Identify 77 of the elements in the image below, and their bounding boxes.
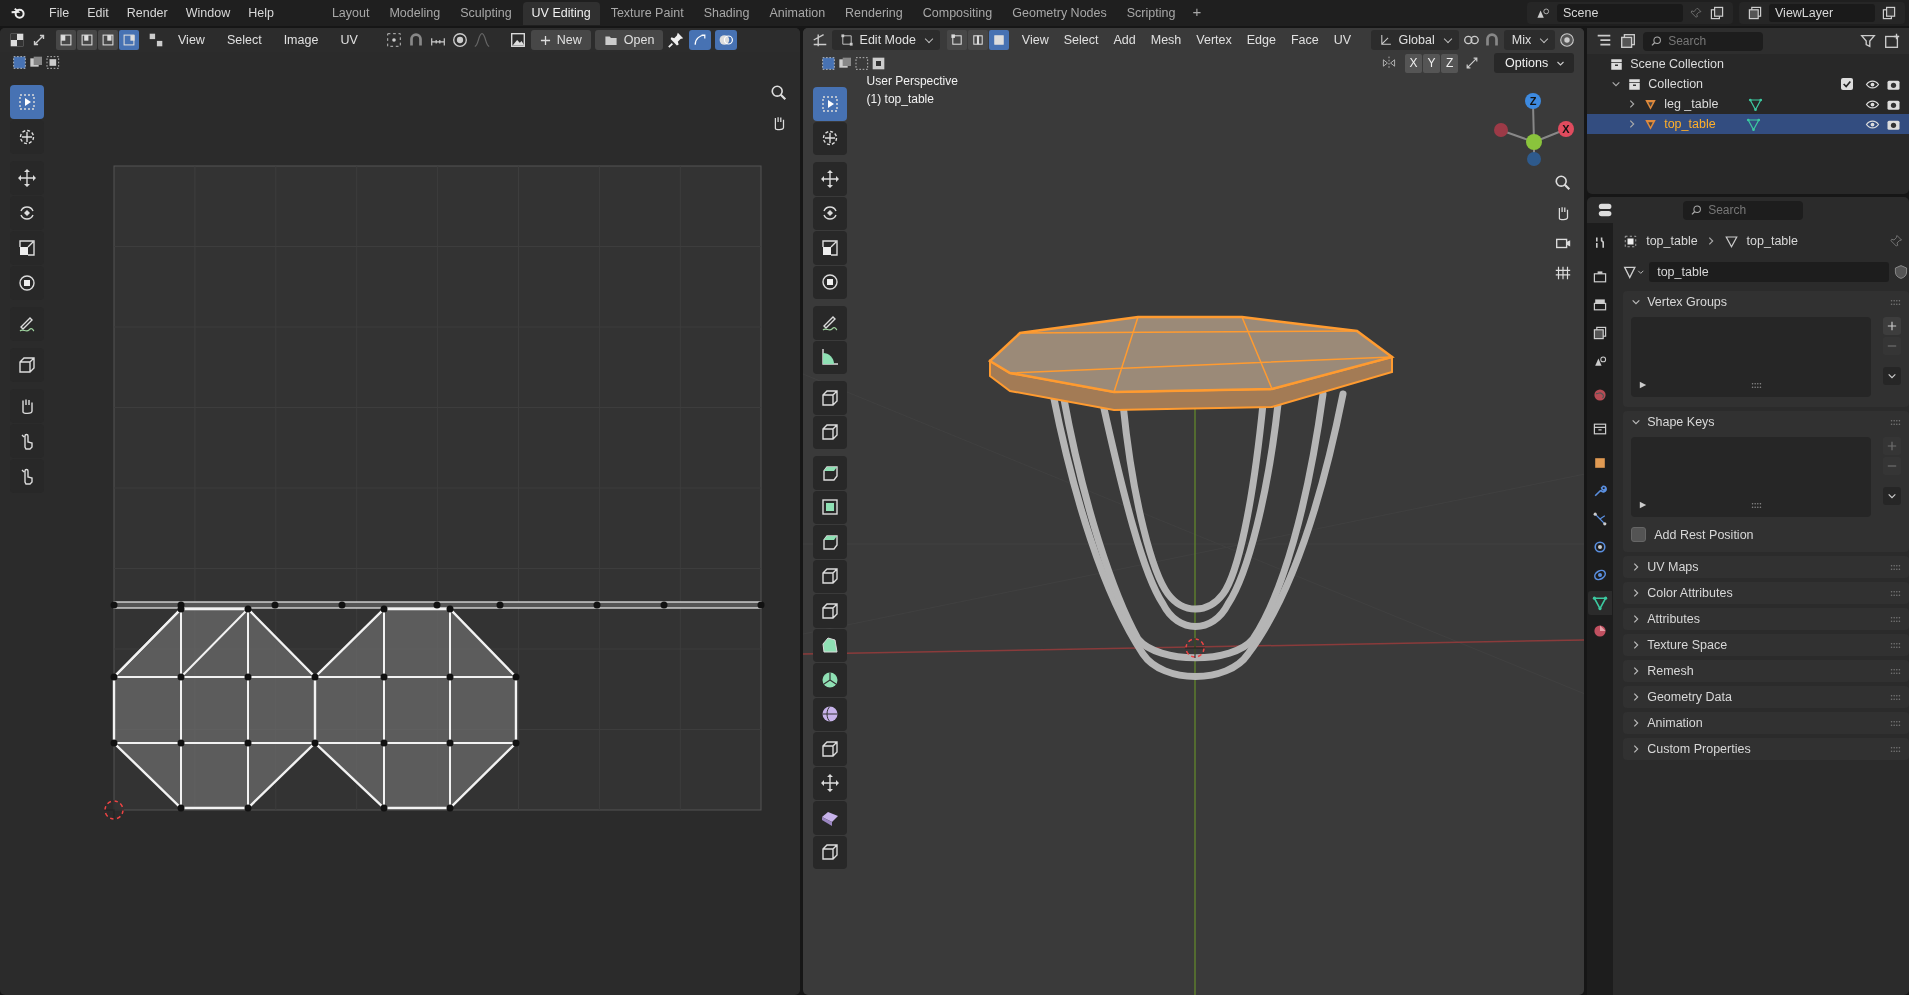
menu-item[interactable]: Help: [239, 3, 283, 23]
panel-header[interactable]: Animation: [1623, 712, 1909, 734]
menu-item[interactable]: UV: [1327, 31, 1358, 49]
object-label: leg _table: [1664, 97, 1719, 111]
workspace-tab[interactable]: Shading: [694, 1, 759, 25]
panel-header[interactable]: Color Attributes: [1623, 582, 1909, 604]
panel-header[interactable]: Remesh: [1623, 660, 1909, 682]
panel-header[interactable]: Geometry Data: [1623, 686, 1909, 708]
breadcrumb-item: top_table: [1646, 234, 1698, 248]
menu-item[interactable]: Add: [1107, 31, 1142, 49]
menu-item[interactable]: Image: [274, 31, 328, 49]
breadcrumb-item: top_table: [1746, 234, 1799, 248]
panel-header[interactable]: Attributes: [1623, 608, 1909, 630]
workspace-tab[interactable]: Sculpting: [451, 1, 521, 25]
add-workspace-button[interactable]: +: [1186, 1, 1208, 25]
mirror-axis-toggle[interactable]: Z: [1441, 53, 1459, 73]
panel-header[interactable]: Texture Space: [1623, 634, 1909, 656]
menu-item[interactable]: Edge: [1240, 31, 1282, 49]
workspace-tab[interactable]: Scripting: [1117, 1, 1185, 25]
menu-item[interactable]: UV: [331, 31, 367, 49]
workspace-tab[interactable]: Texture Paint: [601, 1, 693, 25]
view-layer-selector[interactable]: ViewLayer: [1739, 2, 1905, 24]
outliner-row[interactable]: leg _table: [1587, 94, 1909, 114]
mesh-name-field[interactable]: top_table: [1649, 262, 1889, 282]
proportional-dropdown[interactable]: Mix: [1503, 30, 1556, 50]
menu-item[interactable]: Select: [1057, 31, 1105, 49]
workspace-tab[interactable]: Animation: [760, 1, 835, 25]
panel-header[interactable]: Vertex Groups: [1623, 291, 1909, 313]
options-dropdown[interactable]: Options: [1494, 53, 1575, 73]
panel-title: Vertex Groups: [1647, 295, 1728, 309]
mirror-axis-toggle[interactable]: Y: [1423, 53, 1441, 73]
menu-item[interactable]: Mesh: [1144, 31, 1188, 49]
menu-item[interactable]: File: [40, 3, 79, 23]
panel-header[interactable]: UV Maps: [1623, 556, 1909, 578]
active-object-label: (1) top_table: [866, 92, 935, 106]
menu-item[interactable]: Edit: [78, 3, 118, 23]
checkbox-label: Add Rest Position: [1654, 527, 1754, 542]
scene-name: Scene: [1557, 4, 1683, 22]
orientation-dropdown[interactable]: Global: [1370, 30, 1459, 50]
panel-title: Shape Keys: [1647, 415, 1715, 429]
mode-dropdown[interactable]: Edit Mode: [831, 30, 940, 50]
outliner-row[interactable]: top_table: [1587, 114, 1909, 134]
workspace-tab[interactable]: Geometry Nodes: [1003, 1, 1116, 25]
workspace-tab[interactable]: Rendering: [836, 1, 912, 25]
workspace-tab[interactable]: Layout: [322, 1, 379, 25]
scene-selector[interactable]: Scene: [1527, 2, 1733, 24]
object-label: top_table: [1664, 117, 1716, 131]
panel-title: Custom Properties: [1647, 742, 1751, 756]
menu-item[interactable]: Select: [217, 31, 271, 49]
panel-title: Remesh: [1647, 664, 1694, 678]
panel-header[interactable]: Shape Keys: [1623, 411, 1909, 433]
panel-title: Color Attributes: [1647, 586, 1733, 600]
collection-label[interactable]: Scene Collection: [1630, 57, 1724, 71]
menu-item[interactable]: View: [169, 31, 214, 49]
workspace-tab[interactable]: Compositing: [913, 1, 1002, 25]
menu-item[interactable]: Render: [117, 3, 177, 23]
search-field[interactable]: Search: [1683, 200, 1804, 220]
search-field[interactable]: Search: [1643, 31, 1764, 51]
axis-gizmo[interactable]: Z X: [1493, 93, 1574, 166]
menu-item[interactable]: View: [1015, 31, 1055, 49]
collection-label[interactable]: Collection: [1648, 77, 1704, 91]
workspace-tab[interactable]: UV Editing: [522, 1, 600, 25]
view-layer-name: ViewLayer: [1769, 4, 1875, 22]
menu-item[interactable]: Vertex: [1190, 31, 1238, 49]
panel-title: Animation: [1647, 716, 1703, 730]
panel-header[interactable]: Custom Properties: [1623, 738, 1909, 760]
open-image-button[interactable]: Open: [594, 30, 664, 50]
view-title: User Perspective: [866, 74, 958, 88]
panel-title: Attributes: [1647, 612, 1700, 626]
workspace-tab[interactable]: Modeling: [380, 1, 450, 25]
menu-item[interactable]: Window: [176, 3, 240, 23]
new-image-button[interactable]: New: [530, 30, 591, 50]
menu-item[interactable]: Face: [1284, 31, 1325, 49]
panel-title: Geometry Data: [1647, 690, 1732, 704]
panel-title: UV Maps: [1647, 560, 1699, 574]
panel-title: Texture Space: [1647, 638, 1728, 652]
mirror-axis-toggle[interactable]: X: [1405, 53, 1423, 73]
